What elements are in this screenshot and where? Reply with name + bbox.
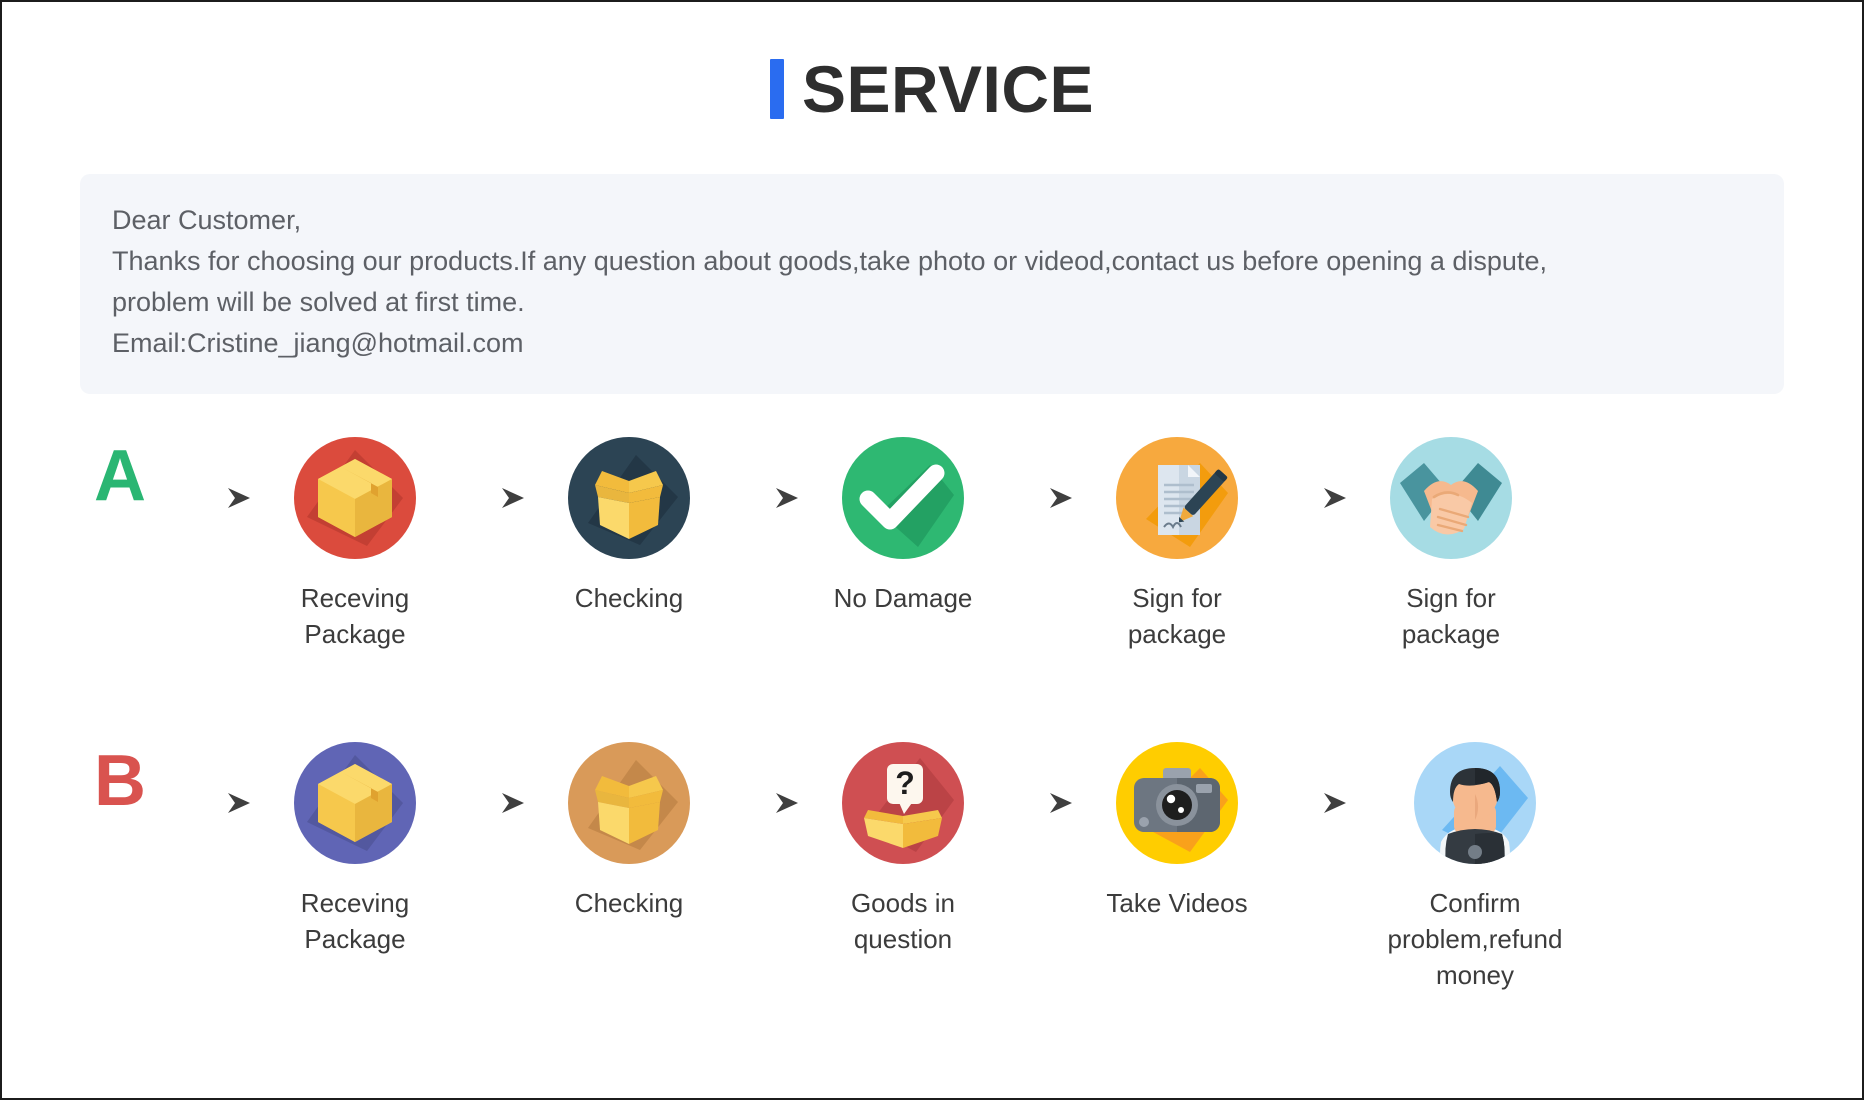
arrow-right-icon	[446, 418, 538, 578]
flow-step-label: Checking	[574, 887, 684, 918]
notice-line-1: Dear Customer,	[112, 205, 302, 235]
flow-step-label: Confirm problem,refund money	[1387, 887, 1563, 990]
arrow-right-icon	[720, 723, 812, 883]
flow-step-b-4: Take Videos	[1086, 723, 1268, 922]
flow-row-b: B Receving Package Checking ? Goods in q…	[2, 723, 1862, 994]
flow-step-a-2: Checking	[538, 418, 720, 617]
flow-step-label: Receving Package	[300, 583, 410, 649]
flow-step-label: Goods in question	[850, 887, 956, 954]
page-title-text: SERVICE	[801, 52, 1095, 126]
arrow-right-icon	[994, 418, 1086, 578]
arrow-right-icon	[1268, 723, 1360, 883]
flow-step-a-5: Sign for package	[1360, 418, 1542, 653]
flow-row-a: A Receving Package Checking No Damage Si…	[2, 418, 1862, 653]
flow-step-a-4: Sign for package	[1086, 418, 1268, 653]
flow-step-a-3: No Damage	[812, 418, 994, 617]
support-agent-icon	[1414, 741, 1536, 864]
question-box-icon: ?	[842, 741, 964, 864]
flow-step-label: Receving Package	[300, 887, 410, 954]
checkmark-icon	[842, 437, 964, 560]
flow-step-b-3: ? Goods in question	[812, 723, 994, 958]
document-pen-icon	[1116, 437, 1238, 560]
flow-step-label: Sign for package	[1401, 583, 1501, 649]
flow-step-label: Checking	[574, 583, 684, 614]
flow-step-b-1: Receving Package	[264, 723, 446, 958]
open-box-icon	[568, 741, 690, 864]
customer-notice-box: Dear Customer, Thanks for choosing our p…	[80, 174, 1784, 395]
svg-text:?: ?	[895, 765, 915, 801]
open-box-icon	[568, 437, 690, 560]
flow-step-label: Take Videos	[1106, 887, 1248, 918]
flow-step-b-5: Confirm problem,refund money	[1360, 723, 1590, 994]
flow-label-b: B	[94, 740, 146, 821]
flow-label-a: A	[94, 436, 146, 517]
arrow-right-icon	[1268, 418, 1360, 578]
page-title: SERVICE	[2, 46, 1862, 132]
notice-line-2: Thanks for choosing our products.If any …	[112, 246, 1547, 277]
arrow-right-icon	[720, 418, 812, 578]
flow-step-label: No Damage	[833, 583, 973, 614]
camera-icon	[1116, 741, 1238, 864]
closed-box-icon	[294, 437, 416, 560]
handshake-icon	[1390, 437, 1512, 560]
flow-step-b-2: Checking	[538, 723, 720, 922]
notice-line-3: problem will be solved at first time.	[112, 287, 525, 318]
flow-step-a-1: Receving Package	[264, 418, 446, 653]
arrow-right-icon	[446, 723, 538, 883]
arrow-right-icon	[994, 723, 1086, 883]
arrow-right-icon	[172, 418, 264, 578]
arrow-right-icon	[172, 723, 264, 883]
service-info-page: SERVICE Dear Customer, Thanks for choosi…	[0, 0, 1864, 1100]
title-accent-bar	[769, 59, 784, 119]
closed-box-icon	[294, 741, 416, 864]
notice-line-4: Email:Cristine_jiang@hotmail.com	[112, 328, 524, 359]
flow-step-label: Sign for package	[1127, 583, 1227, 649]
